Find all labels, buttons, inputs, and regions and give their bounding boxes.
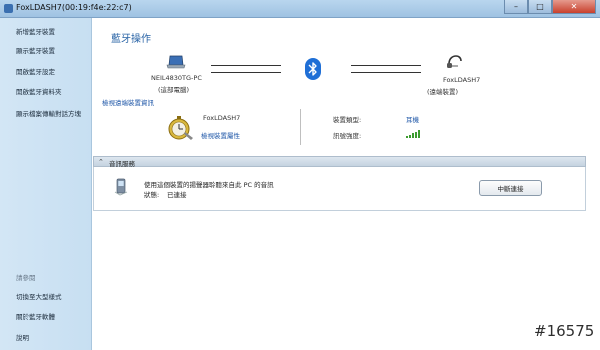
close-icon: ✕ [570, 2, 578, 11]
minimize-icon: – [514, 2, 518, 11]
sidebar-item-add-device[interactable]: 新增藍牙裝置 [16, 26, 55, 36]
remote-device-name: FoxLDASH7 [443, 76, 481, 84]
bluetooth-icon [305, 58, 321, 80]
signal-bar [406, 136, 408, 138]
laptop-icon [166, 55, 186, 69]
signal-strength-icon [406, 130, 420, 138]
page-title: 藍牙操作 [111, 34, 151, 45]
status-value: 已連接 [167, 191, 187, 199]
phone-icon [114, 178, 128, 196]
signal-bar [418, 130, 420, 138]
close-button[interactable]: ✕ [552, 0, 596, 14]
connection-line-right-top [351, 65, 421, 66]
signal-bar [409, 134, 411, 138]
sidebar: 新增藍牙裝置 顯示藍牙裝置 開啟藍牙設定 開啟藍牙資料夾 顯示檔案傳輸對話方塊 … [0, 18, 92, 350]
maximize-button[interactable]: □ [528, 0, 552, 14]
stopwatch-icon [168, 116, 193, 140]
main-content: 藍牙操作 NEIL4830TG-PC (這部電腦) FoxLDASH7 (遠端裝… [93, 18, 600, 350]
sidebar-item-show-devices[interactable]: 顯示藍牙裝置 [16, 45, 55, 55]
status-label: 狀態: [144, 191, 160, 199]
sidebar-item-open-settings[interactable]: 開啟藍牙設定 [16, 66, 55, 76]
window-titlebar: FoxLDASH7(00:19:f4e:22:c7) – □ ✕ [0, 0, 600, 18]
sidebar-item-about[interactable]: 關於藍牙軟體 [16, 311, 55, 321]
maximize-icon: □ [536, 2, 544, 11]
signal-bar [412, 133, 414, 138]
view-remote-info-link[interactable]: 檢視遠端裝置資訊 [102, 97, 154, 107]
connection-line-right-bottom [351, 72, 421, 73]
sidebar-item-help[interactable]: 說明 [16, 332, 29, 342]
local-device-name: NEIL4830TG-PC [151, 74, 202, 82]
sidebar-item-file-transfer[interactable]: 顯示檔案傳輸對話方塊 [16, 108, 81, 118]
app-icon [4, 4, 13, 13]
sidebar-item-large-style[interactable]: 切換至大型樣式 [16, 291, 62, 301]
card-device-name: FoxLDASH7 [203, 114, 241, 122]
device-type-label: 裝置類型: [333, 116, 362, 124]
signal-strength-label: 訊號強度: [333, 132, 362, 140]
audio-service-description: 使用這個裝置的揚聲器聆聽來自此 PC 的音訊 [144, 181, 274, 189]
audio-service-header[interactable]: ⌃ 音訊服務 [93, 156, 586, 168]
window-title: FoxLDASH7(00:19:f4e:22:c7) [16, 3, 132, 12]
see-also-heading: 請參閱 [16, 274, 36, 282]
device-type-value: 耳機 [406, 116, 419, 124]
disconnect-button[interactable]: 中斷連接 [479, 180, 542, 196]
chevron-up-icon[interactable]: ⌃ [98, 158, 104, 166]
watermark-text: #16575 [534, 322, 595, 340]
audio-service-panel: 使用這個裝置的揚聲器聆聽來自此 PC 的音訊 狀態: 已連接 中斷連接 [93, 167, 586, 211]
remote-device-role: (遠端裝置) [427, 88, 459, 96]
view-device-properties-link[interactable]: 檢視裝置屬性 [201, 130, 240, 140]
sidebar-item-open-folder[interactable]: 開啟藍牙資料夾 [16, 86, 62, 96]
connection-line-left-top [211, 65, 281, 66]
connection-line-left-bottom [211, 72, 281, 73]
minimize-button[interactable]: – [504, 0, 528, 14]
card-divider [300, 109, 301, 145]
local-device-role: (這部電腦) [158, 86, 190, 94]
headset-icon [447, 55, 462, 68]
signal-bar [415, 131, 417, 138]
